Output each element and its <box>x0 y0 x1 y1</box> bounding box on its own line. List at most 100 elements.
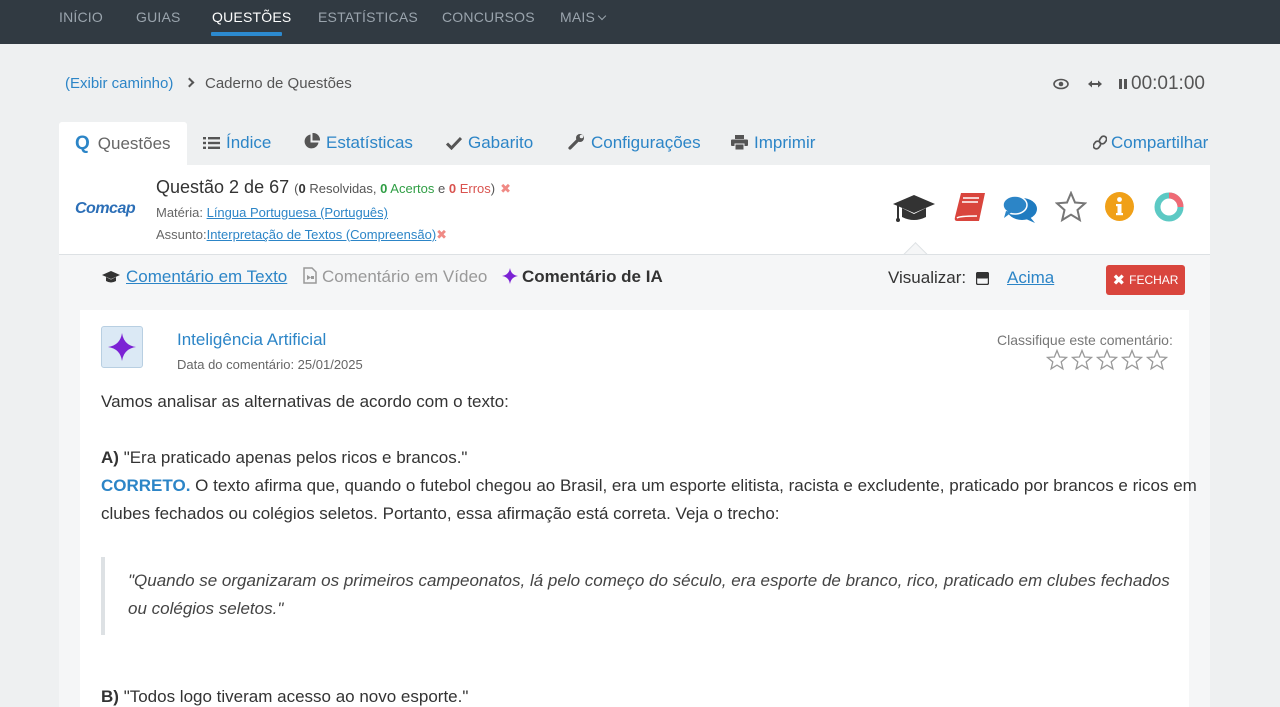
alternative-b-text: "Todos logo tiveram acesso ao novo espor… <box>123 687 469 706</box>
active-tab-indicator <box>211 32 282 36</box>
tab-questoes[interactable]: Q Questões <box>75 133 171 155</box>
nav-inicio[interactable]: INÍCIO <box>59 9 103 25</box>
eye-icon[interactable] <box>1053 77 1069 91</box>
nav-concursos[interactable]: CONCURSOS <box>442 9 535 25</box>
materia-row: Matéria: Língua Portuguesa (Português) <box>156 205 388 220</box>
rate-label: Classifique este comentário: <box>997 332 1173 348</box>
show-path-link[interactable]: (Exibir caminho) <box>65 75 173 92</box>
tab-estatisticas-label: Estatísticas <box>326 133 413 152</box>
assunto-label: Assunto: <box>156 227 207 242</box>
and-word: e <box>438 181 446 196</box>
nav-mais[interactable]: MAIS <box>560 9 607 25</box>
tab-gabarito-label: Gabarito <box>468 133 534 152</box>
donut-chart-icon[interactable] <box>1153 191 1185 223</box>
close-comment-button[interactable]: ✖ FECHAR <box>1106 265 1185 295</box>
assunto-link[interactable]: Interpretação de Textos (Compreensão) <box>207 227 437 242</box>
share-link-label: Compartilhar <box>1111 133 1209 152</box>
rating-star-icon[interactable] <box>1121 349 1143 371</box>
rating-star-icon[interactable] <box>1046 349 1068 371</box>
visualizar-label: Visualizar: <box>888 268 967 287</box>
rating-star-icon[interactable] <box>1071 349 1093 371</box>
alternative-a-text: "Era praticado apenas pelos ricos e bran… <box>123 448 468 467</box>
wrench-icon <box>568 134 584 150</box>
layout-top-icon[interactable] <box>976 272 989 285</box>
sparkle-icon <box>502 268 518 284</box>
resolvidas-label: Resolvidas, <box>309 181 377 196</box>
tab-comentario-video-label: Comentário em Vídeo <box>322 267 488 286</box>
materia-link[interactable]: Língua Portuguesa (Português) <box>207 205 388 220</box>
tab-comentario-ia-label: Comentário de IA <box>522 267 663 286</box>
alternative-a: A) "Era praticado apenas pelos ricos e b… <box>101 444 467 472</box>
quote-line-2: ou colégios seletos." <box>128 599 284 618</box>
comment-intro: Vamos analisar as alternativas de acordo… <box>101 392 509 411</box>
list-icon <box>203 137 220 149</box>
tab-comentario-ia[interactable]: Comentário de IA <box>502 267 663 287</box>
close-icon: ✖ <box>1112 272 1126 289</box>
tab-configuracoes-label: Configurações <box>591 133 701 152</box>
pause-icon[interactable] <box>1119 79 1127 89</box>
tab-estatisticas[interactable]: Estatísticas <box>303 133 413 153</box>
visualizar-acima-link[interactable]: Acima <box>1007 268 1054 288</box>
tab-indice-label: Índice <box>226 133 272 152</box>
q-icon: Q <box>75 133 90 154</box>
erros-count: 0 <box>448 181 457 196</box>
question-title-row: Questão 2 de 67 (0 Resolvidas, 0 Acertos… <box>156 177 512 197</box>
nav-guias[interactable]: GUIAS <box>136 9 181 25</box>
timer: 00:01:00 <box>1131 73 1205 94</box>
sparkle-icon <box>108 333 136 361</box>
alternative-b-label: B) <box>101 687 119 706</box>
alternative-b: B) "Todos logo tiveram acesso ao novo es… <box>101 683 468 707</box>
tab-comentario-texto[interactable]: Comentário em Texto <box>101 267 287 287</box>
assunto-row: Assunto:Interpretação de Textos (Compree… <box>156 227 447 243</box>
star-outline-icon[interactable] <box>1055 191 1087 223</box>
rating-star-icon[interactable] <box>1146 349 1168 371</box>
tab-indice[interactable]: Índice <box>203 133 271 153</box>
question-title: Questão 2 de 67 <box>156 177 290 197</box>
analysis-line-2: clubes fechados ou colégios seletos. Por… <box>101 504 780 523</box>
tab-comentario-texto-label: Comentário em Texto <box>126 267 288 286</box>
close-x-icon[interactable]: ✖ <box>436 227 447 242</box>
close-x-icon[interactable]: ✖ <box>500 181 511 196</box>
chevron-down-icon <box>597 11 607 21</box>
graduation-cap-icon[interactable] <box>892 193 936 225</box>
tab-configuracoes[interactable]: Configurações <box>568 133 701 153</box>
quote-bar <box>101 557 105 635</box>
video-file-icon <box>303 267 317 284</box>
materia-label: Matéria: <box>156 205 203 220</box>
printer-icon <box>731 135 748 150</box>
acertos-count: 0 <box>380 181 388 196</box>
info-icon[interactable] <box>1104 191 1135 222</box>
link-icon <box>1093 135 1107 150</box>
close-comment-label: FECHAR <box>1129 273 1179 287</box>
nav-questoes[interactable]: QUESTÕES <box>212 9 291 25</box>
breadcrumb-current: Caderno de Questões <box>205 75 352 92</box>
tab-imprimir[interactable]: Imprimir <box>731 133 815 153</box>
rating-stars <box>1046 349 1168 371</box>
comments-icon[interactable] <box>1002 193 1038 225</box>
alternative-a-analysis: CORRETO. O texto afirma que, quando o fu… <box>101 472 1197 500</box>
book-icon[interactable] <box>953 191 987 225</box>
check-icon <box>446 136 462 150</box>
analysis-line-1: O texto afirma que, quando o futebol che… <box>195 476 1197 495</box>
horizontal-arrows-icon[interactable] <box>1087 78 1103 90</box>
avatar <box>101 326 143 368</box>
pie-chart-icon <box>304 133 320 149</box>
graduation-cap-icon <box>102 271 120 283</box>
quote-line-1: "Quando se organizaram os primeiros camp… <box>128 571 1170 590</box>
rating-star-icon[interactable] <box>1096 349 1118 371</box>
comment-author[interactable]: Inteligência Artificial <box>177 330 326 350</box>
tab-gabarito[interactable]: Gabarito <box>446 133 533 153</box>
nav-estatisticas[interactable]: ESTATÍSTICAS <box>318 9 418 25</box>
resolvidas-count: 0 <box>298 181 306 196</box>
top-navigation: INÍCIO GUIAS QUESTÕES ESTATÍSTICAS CONCU… <box>0 0 1280 44</box>
share-link[interactable]: Compartilhar <box>1093 133 1208 153</box>
board-logo: Comcap <box>75 200 136 217</box>
chevron-right-icon <box>184 77 195 88</box>
verdict-correto: CORRETO. <box>101 476 191 495</box>
acertos-label: Acertos <box>390 181 435 196</box>
tab-imprimir-label: Imprimir <box>754 133 816 152</box>
nav-mais-label: MAIS <box>560 9 596 25</box>
tab-comentario-video[interactable]: Comentário em Vídeo <box>303 267 487 287</box>
erros-label: Erros <box>459 181 491 196</box>
tab-questoes-label: Questões <box>97 134 171 153</box>
